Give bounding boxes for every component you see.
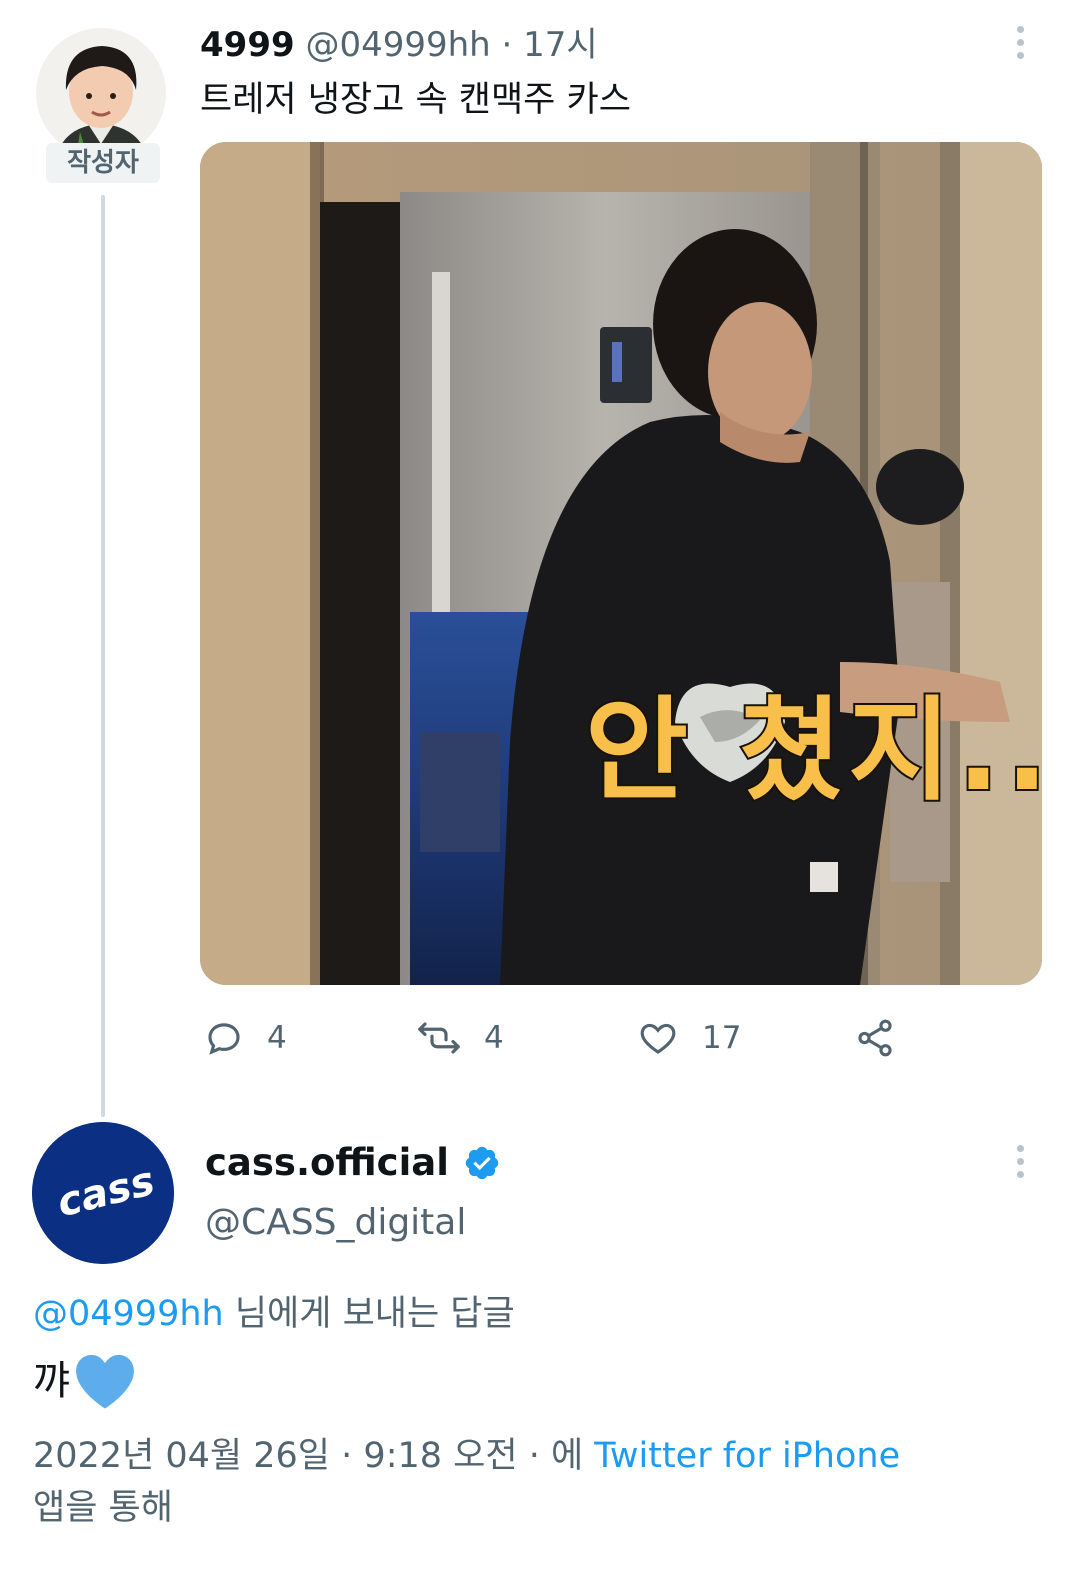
- cass-avatar[interactable]: cass: [32, 1122, 174, 1264]
- heart-icon: [640, 1023, 676, 1054]
- tweet-media-image[interactable]: 안 쳤지...: [200, 142, 1042, 985]
- thread-connector-line: [101, 195, 105, 1117]
- author-avatar[interactable]: [36, 28, 166, 158]
- more-options-icon[interactable]: [1010, 26, 1030, 62]
- tweet-text: 트레저 냉장고 속 캔맥주 카스: [200, 80, 631, 120]
- source-app-link[interactable]: Twitter for iPhone: [594, 1436, 900, 1476]
- media-caption-overlay: 안 쳤지...: [583, 684, 1042, 818]
- via-prefix: · 에: [528, 1436, 584, 1476]
- retweet-icon: [418, 1022, 460, 1054]
- author-badge: 작성자: [46, 143, 160, 183]
- retweet-count: 4: [484, 1020, 504, 1056]
- like-button[interactable]: 17: [636, 1012, 741, 1064]
- tweet-metadata: 2022년 04월 26일 · 9:18 오전 · 에 Twitter for …: [33, 1430, 1033, 1534]
- meta-separator: ·: [341, 1436, 353, 1476]
- share-button[interactable]: [853, 1012, 919, 1064]
- user-handle[interactable]: @04999hh: [305, 25, 490, 65]
- reply-to-mention-link[interactable]: @04999hh: [33, 1294, 224, 1334]
- display-name[interactable]: 4999: [200, 25, 295, 65]
- tweet-time[interactable]: 9:18 오전: [363, 1436, 517, 1476]
- share-icon: [858, 1019, 892, 1057]
- tweet-header: 4999 @04999hh · 17시: [200, 22, 598, 68]
- tweet-text-content: 꺄: [33, 1358, 70, 1404]
- tweet-text: 꺄: [33, 1350, 138, 1412]
- replying-to: @04999hh 님에게 보내는 답글: [33, 1290, 515, 1338]
- header-separator: ·: [501, 25, 513, 65]
- reply-to-suffix: 님에게 보내는 답글: [223, 1294, 515, 1334]
- tweet-timestamp[interactable]: 17시: [523, 25, 598, 65]
- reply-icon: [208, 1023, 240, 1055]
- like-count: 17: [702, 1020, 742, 1056]
- display-name-row: cass.official: [205, 1140, 501, 1186]
- blue-heart-icon: [75, 1354, 134, 1409]
- tweet-date[interactable]: 2022년 04월 26일: [33, 1436, 330, 1476]
- user-handle[interactable]: @CASS_digital: [205, 1200, 466, 1246]
- more-options-icon[interactable]: [1010, 1145, 1030, 1181]
- verified-badge-icon: [465, 1146, 499, 1180]
- via-suffix: 앱을 통해: [33, 1488, 173, 1528]
- reply-button[interactable]: 4: [203, 1012, 287, 1064]
- retweet-button[interactable]: 4: [416, 1012, 504, 1064]
- display-name[interactable]: cass.official: [205, 1140, 449, 1186]
- reply-count: 4: [267, 1020, 287, 1056]
